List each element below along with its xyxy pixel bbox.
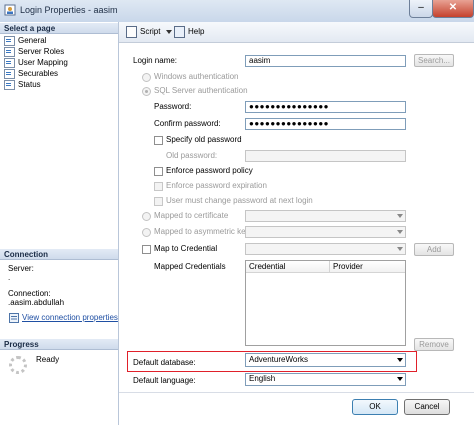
search-button[interactable]: Search... — [414, 54, 454, 67]
default-language-label: Default language: — [133, 376, 196, 385]
chevron-down-icon — [166, 30, 173, 34]
windows-auth-radio[interactable] — [142, 73, 151, 82]
enforce-expiration-label: Enforce password expiration — [166, 181, 267, 190]
remove-button[interactable]: Remove — [414, 338, 454, 351]
login-name-field[interactable]: aasim — [245, 55, 406, 67]
map-credential-checkbox[interactable] — [142, 245, 151, 254]
enforce-policy-label: Enforce password policy — [166, 166, 253, 175]
mapped-cert-radio[interactable] — [142, 212, 151, 221]
mapped-cert-label: Mapped to certificate — [154, 211, 229, 220]
chevron-down-icon — [397, 358, 403, 362]
password-field[interactable]: ●●●●●●●●●●●●●●● — [245, 101, 406, 113]
page-status[interactable]: Status — [4, 79, 41, 90]
window-title: Login Properties - aasim — [20, 5, 118, 15]
select-page-header: Select a page — [0, 22, 118, 34]
default-database-dropdown[interactable]: AdventureWorks — [245, 353, 406, 367]
page-general[interactable]: General — [4, 35, 46, 46]
specify-old-password-label: Specify old password — [166, 135, 242, 144]
connection-properties-icon — [9, 313, 19, 323]
mapped-credentials-grid[interactable]: Credential Provider — [245, 260, 406, 346]
server-value: . — [8, 273, 11, 282]
cancel-button[interactable]: Cancel — [404, 399, 450, 415]
view-connection-properties-link[interactable]: View connection properties — [22, 312, 118, 324]
script-icon — [126, 26, 137, 38]
login-properties-icon — [4, 4, 16, 16]
connection-value: .aasim.abdullah — [8, 298, 65, 307]
old-password-field[interactable] — [245, 150, 406, 162]
must-change-label: User must change password at next login — [166, 196, 313, 205]
progress-header: Progress — [0, 338, 118, 350]
chevron-down-icon — [397, 377, 403, 381]
page-icon — [4, 46, 15, 57]
help-button[interactable]: Help — [174, 26, 204, 38]
page-label: Status — [18, 80, 41, 89]
must-change-checkbox[interactable] — [154, 197, 163, 206]
sql-auth-label: SQL Server authentication — [154, 86, 248, 95]
windows-auth-label: Windows authentication — [154, 72, 239, 81]
enforce-expiration-checkbox[interactable] — [154, 182, 163, 191]
progress-spinner-icon — [9, 356, 27, 374]
confirm-password-label: Confirm password: — [154, 119, 221, 128]
footer-divider — [119, 392, 474, 393]
confirm-password-field[interactable]: ●●●●●●●●●●●●●●● — [245, 118, 406, 130]
old-password-label: Old password: — [166, 151, 218, 160]
page-label: Server Roles — [18, 47, 65, 56]
page-label: General — [18, 36, 47, 45]
script-label: Script — [140, 27, 161, 36]
chevron-down-icon — [397, 230, 403, 234]
progress-status: Ready — [36, 355, 60, 364]
mapped-asym-label: Mapped to asymmetric key — [154, 227, 250, 236]
map-credential-label: Map to Credential — [154, 244, 218, 253]
enforce-policy-checkbox[interactable] — [154, 167, 163, 176]
page-icon — [4, 57, 15, 68]
ok-button[interactable]: OK — [352, 399, 398, 415]
server-label: Server: — [8, 264, 34, 273]
page-securables[interactable]: Securables — [4, 68, 58, 79]
page-icon — [4, 68, 15, 79]
asymmetric-key-dropdown[interactable] — [245, 226, 406, 238]
mapped-credentials-label: Mapped Credentials — [154, 262, 226, 271]
help-label: Help — [188, 27, 205, 36]
add-button[interactable]: Add — [414, 243, 454, 256]
script-button[interactable]: Script — [126, 26, 173, 38]
page-label: Securables — [18, 69, 59, 78]
password-label: Password: — [154, 102, 192, 111]
minimize-button[interactable]: – — [409, 0, 433, 18]
page-label: User Mapping — [18, 58, 68, 67]
page-icon — [4, 35, 15, 46]
page-user-mapping[interactable]: User Mapping — [4, 57, 68, 68]
page-server-roles[interactable]: Server Roles — [4, 46, 64, 57]
default-language-value: English — [249, 374, 276, 383]
help-icon — [174, 26, 185, 38]
default-language-dropdown[interactable]: English — [245, 373, 406, 386]
grid-col-credential[interactable]: Credential — [246, 261, 330, 272]
page-icon — [4, 79, 15, 90]
connection-header: Connection — [0, 248, 118, 260]
login-name-label: Login name: — [133, 56, 178, 65]
grid-col-provider[interactable]: Provider — [330, 261, 363, 272]
default-database-value: AdventureWorks — [249, 355, 308, 364]
specify-old-password-checkbox[interactable] — [154, 136, 163, 145]
default-database-label: Default database: — [133, 358, 196, 367]
chevron-down-icon — [397, 247, 403, 251]
chevron-down-icon — [397, 214, 403, 218]
close-button[interactable]: ✕ — [432, 0, 474, 18]
mapped-asym-radio[interactable] — [142, 228, 151, 237]
certificate-dropdown[interactable] — [245, 210, 406, 222]
credential-dropdown[interactable] — [245, 243, 406, 255]
grid-header: Credential Provider — [246, 261, 405, 273]
sql-auth-radio[interactable] — [142, 87, 151, 96]
